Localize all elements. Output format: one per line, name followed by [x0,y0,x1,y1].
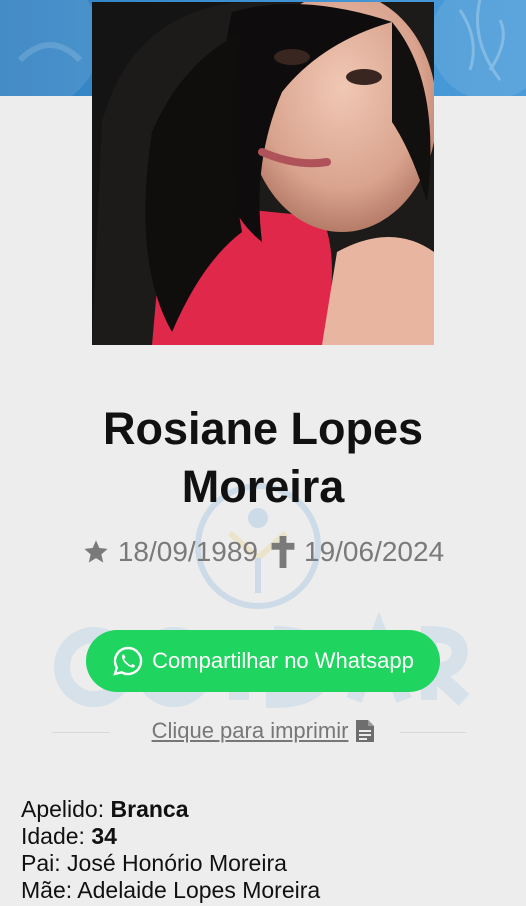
nickname-row: Apelido: Branca [21,796,511,823]
age-label: Idade: [21,823,85,849]
age-row: Idade: 34 [21,823,511,850]
father-value: José Honório Moreira [67,850,287,876]
nickname-value: Branca [110,796,189,822]
mother-row: Mãe: Adelaide Lopes Moreira [21,877,511,904]
person-details: Apelido: Branca Idade: 34 Pai: José Honó… [21,796,511,904]
life-dates: 18/09/1989 19/06/2024 [0,530,526,574]
print-link[interactable]: Clique para imprimir [152,718,349,744]
whatsapp-icon [112,645,144,677]
mother-value: Adelaide Lopes Moreira [77,877,321,903]
print-row: Clique para imprimir [0,714,526,748]
father-label: Pai: [21,850,61,876]
death-date: 19/06/2024 [304,536,445,567]
share-whatsapp-label: Compartilhar no Whatsapp [152,648,414,673]
star-icon [82,538,110,566]
nickname-label: Apelido: [21,796,105,822]
profile-photo [92,2,434,345]
mother-label: Mãe: [21,877,73,903]
birth-date: 18/09/1989 [117,536,258,567]
share-whatsapp-button[interactable]: Compartilhar no Whatsapp [86,630,440,692]
document-icon[interactable] [356,720,375,742]
age-value: 34 [91,823,117,849]
cross-icon [270,536,296,568]
father-row: Pai: José Honório Moreira [21,850,511,877]
person-name: Rosiane Lopes Moreira [102,403,424,512]
